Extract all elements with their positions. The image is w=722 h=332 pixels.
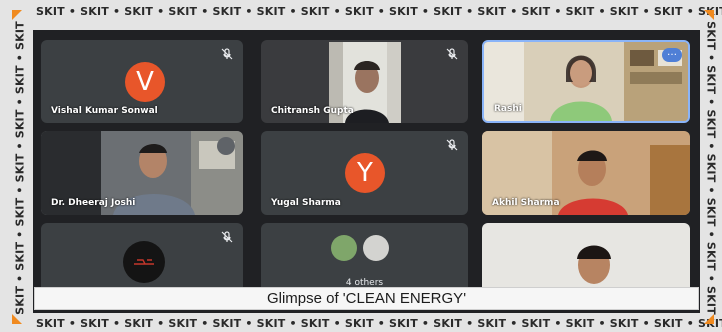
avatar: Y — [345, 153, 385, 193]
meeting-grid: V Vishal Kumar Sonwal Chitransh Gupta … … — [33, 30, 700, 313]
corner-accent-bottom-right — [704, 314, 714, 324]
more-options-button[interactable]: … — [662, 48, 682, 62]
avatar — [331, 235, 357, 261]
participant-tile[interactable]: Y Yugal Sharma — [261, 131, 468, 215]
corner-accent-top-left — [12, 10, 22, 20]
participant-name: Chitransh Gupta — [271, 106, 354, 116]
mic-off-icon — [221, 48, 233, 60]
avatar — [363, 235, 389, 261]
border-bottom-text: SKIT • SKIT • SKIT • SKIT • SKIT • SKIT … — [36, 317, 722, 330]
border-top-text: SKIT • SKIT • SKIT • SKIT • SKIT • SKIT … — [36, 5, 722, 18]
mic-off-icon — [221, 231, 233, 243]
participant-name: Yugal Sharma — [271, 198, 341, 208]
mic-off-icon — [446, 139, 458, 151]
corner-accent-bottom-left — [12, 314, 22, 324]
mic-off-badge — [217, 137, 235, 155]
logo-icon — [134, 259, 154, 265]
participant-tile[interactable]: … Rashi — [482, 40, 690, 123]
participant-tile[interactable]: Akhil Sharma — [482, 131, 690, 215]
corner-accent-top-right — [704, 10, 714, 20]
border-left-text: SKIT • SKIT • SKIT • SKIT • SKIT • SKIT … — [13, 21, 27, 315]
event-photo-frame: SKIT • SKIT • SKIT • SKIT • SKIT • SKIT … — [0, 0, 722, 332]
border-right-text: SKIT • SKIT • SKIT • SKIT • SKIT • SKIT … — [704, 21, 718, 315]
avatar: V — [125, 62, 165, 102]
participant-tile[interactable]: Dr. Dheeraj Joshi — [41, 131, 243, 215]
avatar — [123, 241, 165, 283]
participant-name: Dr. Dheeraj Joshi — [51, 198, 136, 208]
participant-tile[interactable]: Chitransh Gupta — [261, 40, 468, 123]
mic-off-icon — [446, 48, 458, 60]
participant-name: Akhil Sharma — [492, 198, 560, 208]
caption-banner: Glimpse of 'CLEAN ENERGY' — [34, 287, 699, 310]
participant-tile[interactable]: V Vishal Kumar Sonwal — [41, 40, 243, 123]
participant-name: Vishal Kumar Sonwal — [51, 106, 158, 116]
participant-name: Rashi — [494, 104, 522, 114]
